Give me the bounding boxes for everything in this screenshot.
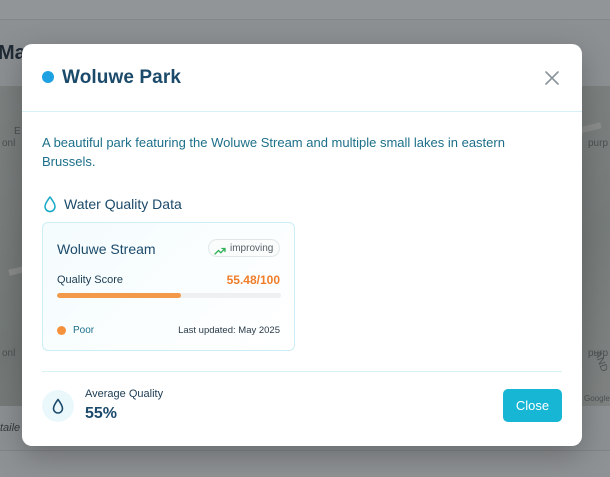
status-dot: [42, 71, 54, 83]
average-quality-value: 55%: [85, 405, 118, 422]
section-title: Water Quality Data: [64, 196, 182, 212]
water-quality-section-header: Water Quality Data: [42, 194, 182, 214]
park-details-modal: Woluwe Park A beautiful park featuring t…: [22, 44, 582, 446]
water-body-name: Woluwe Stream: [57, 241, 156, 257]
trend-badge: improving: [208, 239, 281, 257]
water-drop-icon: [52, 398, 64, 414]
rating-dot: [57, 326, 66, 335]
park-description: A beautiful park featuring the Woluwe St…: [42, 135, 505, 169]
water-drop-icon: [42, 195, 58, 213]
quality-score-bar-fill: [57, 293, 182, 298]
trending-up-icon: [214, 243, 226, 255]
quality-score-label: Quality Score: [57, 274, 124, 286]
quality-score-bar: [57, 293, 281, 298]
quality-score-value: 55.48/100: [226, 273, 280, 287]
modal-header: Woluwe Park: [22, 44, 582, 112]
water-quality-card[interactable]: Woluwe Stream improving Quality Score 55…: [42, 222, 295, 351]
rating-label: Poor: [73, 325, 95, 336]
modal-title: Woluwe Park: [62, 67, 182, 88]
average-quality-label: Average Quality: [85, 388, 164, 400]
average-quality-icon-wrap: [42, 390, 74, 422]
trend-label: improving: [230, 242, 274, 254]
close-button[interactable]: Close: [503, 389, 562, 422]
footer-divider: [42, 371, 562, 372]
last-updated: Last updated: May 2025: [178, 325, 280, 336]
close-icon[interactable]: [542, 68, 562, 88]
